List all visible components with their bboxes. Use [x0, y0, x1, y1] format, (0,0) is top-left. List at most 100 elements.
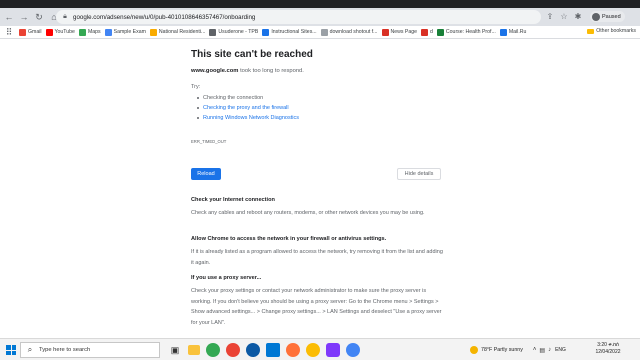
bookmark-item[interactable]: News Page [381, 28, 418, 36]
bookmark-favicon-icon [381, 28, 389, 36]
bookmark-label: d [430, 29, 433, 35]
error-description: www.google.com took too long to respond. [191, 68, 304, 74]
back-icon[interactable]: ← [3, 11, 15, 23]
windows-taskbar: ⌕ Type here to search ▣ 78°F Partly sunn… [0, 338, 640, 360]
clock-date: 12/04/2022 [595, 349, 621, 355]
network-icon[interactable]: ▤ [539, 347, 545, 354]
section-heading: Check your Internet connection [191, 197, 275, 203]
section-body: Check your proxy settings or contact you… [191, 288, 442, 326]
volume-icon[interactable]: ♪ [548, 347, 551, 354]
bookmark-label: YouTube [54, 29, 75, 35]
error-code: ERR_TIMED_OUT [191, 139, 227, 144]
bookmark-favicon-icon [149, 28, 157, 36]
bookmark-label: Usuderone - TPB [218, 29, 259, 35]
browser-toolbar: ← → ↻ ⌂ 🔒︎ google.com/adsense/new/u/0/pu… [0, 8, 640, 26]
bookmark-favicon-icon [19, 28, 26, 36]
bookmark-item[interactable]: Maps [78, 28, 101, 36]
bookmark-favicon-icon [104, 28, 112, 36]
folder-icon [587, 28, 595, 34]
bookmark-label: Maps [87, 29, 101, 35]
top-black-strip [0, 0, 640, 8]
bookmark-item[interactable]: Usuderone - TPB [209, 28, 259, 36]
page-title: This site can't be reached [191, 49, 313, 60]
chevron-up-icon[interactable]: ˄ [533, 347, 537, 354]
weather-text: 78°F Partly sunny [481, 347, 523, 353]
suggestion-item: Checking the connection [196, 95, 264, 101]
bookmark-item[interactable]: Mail.Ru [499, 28, 527, 36]
bookmark-favicon-icon [499, 28, 507, 36]
bookmark-item[interactable]: Gmail [19, 28, 42, 36]
task-view-icon[interactable]: ▣ [168, 343, 182, 357]
section-heading: Allow Chrome to access the network in yo… [191, 236, 387, 242]
extensions-icon[interactable]: ✱ [573, 11, 583, 21]
bookmark-label: download shotout f... [329, 29, 378, 35]
bookmarks-bar: ⠿ Gmail YouTube Maps Sample Exam National Re… [0, 26, 640, 39]
lock-icon[interactable]: 🔒︎ [61, 13, 69, 21]
section-body: Check any cables and reboot any routers,… [191, 210, 425, 216]
browser-window: ← → ↻ ⌂ 🔒︎ google.com/adsense/new/u/0/pu… [0, 8, 640, 338]
search-icon: ⌕ [27, 345, 33, 354]
edge-icon[interactable] [246, 343, 260, 357]
bookmark-item[interactable]: National Residenti... [149, 28, 206, 36]
system-tray: 78°F Partly sunny ˄ ▤ ♪ ENG [470, 343, 566, 357]
app-icon[interactable] [326, 343, 340, 357]
apps-icon[interactable]: ⠿ [3, 26, 15, 38]
address-bar[interactable]: 🔒︎ google.com/adsense/new/u/0/pub-401010… [56, 10, 541, 24]
bookmark-label: Mail.Ru [508, 29, 527, 35]
bookmark-favicon-icon [262, 28, 270, 36]
bookmark-item[interactable]: Course: Health Prof... [436, 28, 496, 36]
bookmark-favicon-icon [209, 28, 217, 36]
bookmark-favicon-icon [78, 28, 86, 36]
other-bookmarks-label: Other bookmarks [596, 28, 636, 34]
bookmark-item[interactable]: Instructional Sites... [262, 28, 317, 36]
bookmark-favicon-icon [320, 28, 328, 36]
share-icon[interactable]: ⇪ [545, 11, 555, 21]
bookmark-label: Instructional Sites... [271, 29, 317, 35]
reload-button[interactable]: Reload [191, 168, 221, 180]
bookmark-label: News Page [390, 29, 418, 35]
forward-icon[interactable]: → [18, 11, 30, 23]
weather-widget[interactable]: 78°F Partly sunny [470, 346, 523, 354]
chrome-icon-3[interactable] [306, 343, 320, 357]
firefox-icon[interactable] [286, 343, 300, 357]
bookmark-favicon-icon [45, 28, 53, 36]
section-heading: If you use a proxy server... [191, 275, 262, 281]
sun-icon [470, 346, 478, 354]
clock-time: 3:20 ቀ.ከሰ [597, 342, 619, 348]
chrome-icon[interactable] [206, 343, 220, 357]
reload-icon[interactable]: ↻ [33, 11, 45, 23]
hide-details-button[interactable]: Hide details [397, 168, 441, 180]
taskbar-search-input[interactable]: ⌕ Type here to search [20, 342, 160, 358]
language-indicator[interactable]: ENG [555, 347, 566, 353]
bookmark-label: Gmail [28, 29, 42, 35]
file-explorer-icon[interactable] [188, 345, 200, 355]
address-bar-actions: ⇪ ☆ ✱ [545, 11, 583, 21]
bookmark-label: Course: Health Prof... [445, 29, 496, 35]
store-icon[interactable] [266, 343, 280, 357]
tray-icons: ˄ ▤ ♪ [533, 347, 551, 354]
windows-start-icon[interactable] [6, 345, 16, 355]
bookmark-favicon-icon [421, 28, 429, 36]
section-body: If it is already listed as a program all… [191, 249, 443, 266]
error-description-rest: took too long to respond. [238, 68, 304, 74]
chrome-icon-2[interactable] [226, 343, 240, 357]
pinned-apps: ▣ [168, 343, 360, 357]
profile-button[interactable]: Paused [590, 11, 625, 22]
chrome-icon-4[interactable] [346, 343, 360, 357]
bookmark-item[interactable]: YouTube [45, 28, 75, 36]
bookmark-list: Gmail YouTube Maps Sample Exam National Resi… [15, 28, 527, 36]
bookmark-label: Sample Exam [113, 29, 146, 35]
star-icon[interactable]: ☆ [559, 11, 569, 21]
profile-status: Paused [602, 13, 621, 20]
try-label: Try: [191, 84, 201, 90]
bookmark-item[interactable]: download shotout f... [320, 28, 378, 36]
bookmark-item[interactable]: Sample Exam [104, 28, 146, 36]
suggestion-link[interactable]: Running Windows Network Diagnostics [197, 115, 299, 121]
bookmark-label: National Residenti... [158, 29, 206, 35]
suggestion-link[interactable]: Checking the proxy and the firewall [197, 105, 289, 111]
search-placeholder: Type here to search [39, 347, 91, 353]
bookmark-item[interactable]: d [421, 28, 433, 36]
taskbar-clock[interactable]: 3:20 ቀ.ከሰ 12/04/2022 [590, 342, 626, 356]
other-bookmarks[interactable]: Other bookmarks [587, 28, 636, 34]
error-host: www.google.com [191, 68, 239, 74]
